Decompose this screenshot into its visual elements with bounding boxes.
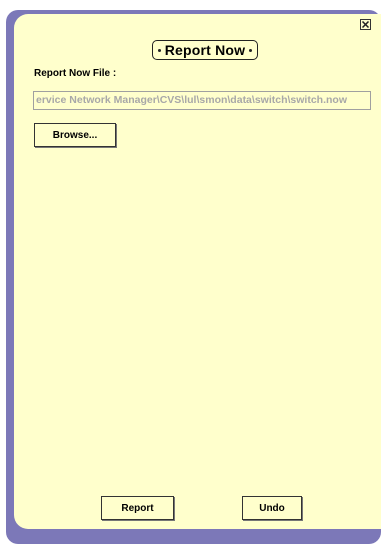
title-bullet-right: [249, 48, 253, 52]
title-bullet-left: [157, 48, 161, 52]
report-file-label: Report Now File :: [34, 68, 117, 79]
browse-button[interactable]: Browse...: [34, 123, 116, 147]
close-x-icon: [361, 20, 370, 29]
report-button[interactable]: Report: [101, 496, 174, 520]
undo-button[interactable]: Undo: [242, 496, 302, 520]
dialog-title-text: Report Now: [164, 42, 246, 58]
dialog-title: Report Now: [152, 40, 258, 60]
report-file-field[interactable]: ervice Network Manager\CVS\lul\smon\data…: [33, 91, 371, 110]
close-button[interactable]: [360, 19, 371, 30]
